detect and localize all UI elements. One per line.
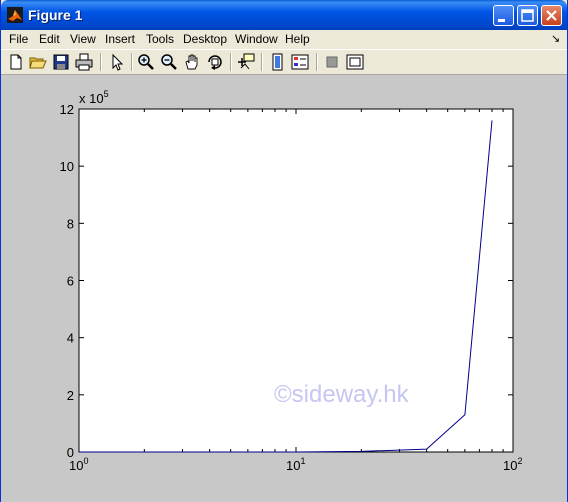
- y-multiplier-label: x 105: [79, 89, 109, 106]
- y-tick-label: 6: [67, 274, 74, 289]
- menu-desktop[interactable]: Desktop: [183, 32, 227, 46]
- minimize-button[interactable]: [493, 5, 514, 26]
- y-tick-label: 8: [67, 216, 74, 231]
- menu-view[interactable]: View: [70, 32, 96, 46]
- zoom-in-icon[interactable]: [137, 53, 155, 71]
- toolbar: [1, 49, 567, 75]
- maximize-button[interactable]: [517, 5, 538, 26]
- y-tick-label: 2: [67, 388, 74, 403]
- dock-arrow-icon[interactable]: ↘: [551, 32, 560, 45]
- legend-icon[interactable]: [291, 53, 309, 71]
- y-tick-label: 12: [60, 102, 74, 117]
- menu-help[interactable]: Help: [285, 32, 310, 46]
- y-tick-label: 4: [67, 331, 74, 346]
- x-tick-label: 101: [286, 456, 305, 473]
- x-tick-label: 100: [69, 456, 88, 473]
- toolbar-separator: [261, 53, 263, 71]
- matlab-icon: [7, 7, 23, 23]
- data-cursor-icon[interactable]: [237, 53, 255, 71]
- title-bar[interactable]: Figure 1: [1, 0, 567, 30]
- save-icon[interactable]: [52, 53, 70, 71]
- show-plot-tools-icon[interactable]: [346, 53, 364, 71]
- plot-svg: 024681012 100 101 102 x 105 ©sideway.hk: [60, 89, 523, 473]
- menu-bar: File Edit View Insert Tools Desktop Wind…: [1, 30, 567, 49]
- toolbar-separator: [230, 53, 232, 71]
- toolbar-separator: [100, 53, 102, 71]
- y-tick-label: 10: [60, 159, 74, 174]
- edit-plot-icon[interactable]: [108, 53, 126, 71]
- menu-edit[interactable]: Edit: [39, 32, 60, 46]
- rotate-3d-icon[interactable]: [206, 53, 224, 71]
- watermark: ©sideway.hk: [274, 381, 410, 408]
- window-title: Figure 1: [28, 7, 83, 23]
- figure-window: Figure 1 File Edit View Insert Tools Des…: [0, 0, 568, 502]
- menu-insert[interactable]: Insert: [105, 32, 135, 46]
- minimize-icon: [498, 19, 505, 22]
- menu-tools[interactable]: Tools: [146, 32, 174, 46]
- zoom-out-icon[interactable]: [160, 53, 178, 71]
- close-icon: [546, 10, 557, 21]
- pan-icon[interactable]: [183, 53, 201, 71]
- maximize-icon: [521, 9, 534, 22]
- toolbar-separator: [316, 53, 318, 71]
- menu-file[interactable]: File: [9, 32, 28, 46]
- x-tick-label: 102: [503, 456, 522, 473]
- figure-canvas[interactable]: 0 2 4 6 8 10 12 100 101 102 x 105 ©sideway.hk: [1, 75, 567, 502]
- menu-window[interactable]: Window: [235, 32, 278, 46]
- hide-plot-tools-icon[interactable]: [323, 53, 341, 71]
- print-icon[interactable]: [75, 53, 93, 71]
- colorbar-icon[interactable]: [269, 53, 287, 71]
- toolbar-separator: [131, 53, 133, 71]
- new-figure-icon[interactable]: [7, 53, 25, 71]
- open-file-icon[interactable]: [29, 53, 47, 71]
- close-button[interactable]: [541, 5, 562, 26]
